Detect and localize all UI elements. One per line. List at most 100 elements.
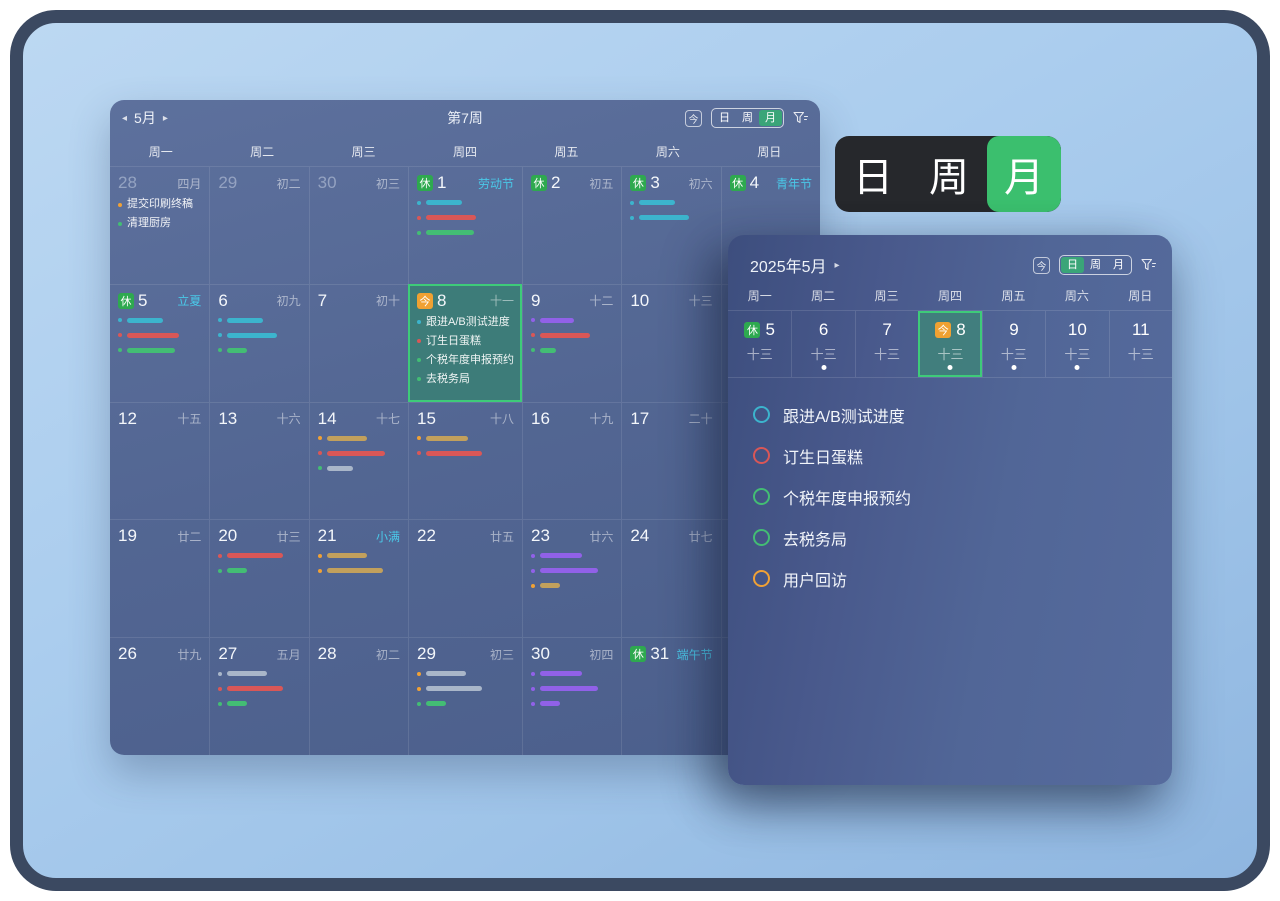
event-item[interactable]: 订生日蛋糕 — [417, 335, 514, 348]
month-day-cell[interactable]: 26廿九 — [110, 637, 209, 755]
month-day-cell[interactable]: 9十二 — [522, 284, 621, 402]
event-bar[interactable] — [417, 669, 514, 678]
month-day-cell[interactable]: 14十七 — [309, 402, 408, 520]
event-bar[interactable] — [531, 566, 613, 575]
event-bar[interactable] — [218, 566, 300, 575]
month-day-cell[interactable]: 20廿三 — [209, 519, 308, 637]
task-item[interactable]: 订生日蛋糕 — [753, 435, 1154, 476]
week-jump-to-today-button[interactable]: 今 — [1033, 257, 1050, 274]
event-bar[interactable] — [218, 551, 300, 560]
event-bar[interactable] — [318, 551, 400, 560]
task-checkbox[interactable] — [753, 447, 770, 464]
event-bar[interactable] — [218, 346, 300, 355]
task-checkbox[interactable] — [753, 529, 770, 546]
week-view-tab-month[interactable]: 月 — [1107, 257, 1130, 273]
event-bar[interactable] — [630, 198, 712, 207]
task-item[interactable]: 跟进A/B测试进度 — [753, 394, 1154, 435]
month-day-cell[interactable]: 29初三 — [408, 637, 522, 755]
event-bar[interactable] — [417, 434, 514, 443]
week-panel-title[interactable]: 2025年5月 ▸ — [750, 253, 840, 277]
month-day-cell[interactable]: 13十六 — [209, 402, 308, 520]
event-bar[interactable] — [417, 213, 514, 222]
event-bar[interactable] — [318, 566, 400, 575]
event-bar[interactable] — [531, 331, 613, 340]
next-month-arrow-icon[interactable]: ▸ — [163, 113, 168, 124]
month-day-cell[interactable]: 22廿五 — [408, 519, 522, 637]
event-item[interactable]: 跟进A/B测试进度 — [417, 316, 514, 329]
task-checkbox[interactable] — [753, 406, 770, 423]
event-item[interactable]: 清理厨房 — [118, 217, 201, 230]
week-view-tab-day[interactable]: 日 — [1061, 257, 1084, 273]
month-day-cell[interactable]: 休2初五 — [522, 166, 621, 284]
event-bar[interactable] — [118, 331, 201, 340]
month-day-cell[interactable]: 21小满 — [309, 519, 408, 637]
month-day-cell[interactable]: 7初十 — [309, 284, 408, 402]
event-bar[interactable] — [417, 684, 514, 693]
month-day-cell[interactable]: 29初二 — [209, 166, 308, 284]
event-item[interactable]: 去税务局 — [417, 373, 514, 386]
month-day-cell[interactable]: 休3初六 — [621, 166, 720, 284]
event-bar[interactable] — [531, 581, 613, 590]
event-bar[interactable] — [218, 669, 300, 678]
task-checkbox[interactable] — [753, 570, 770, 587]
month-day-cell[interactable]: 休1劳动节 — [408, 166, 522, 284]
month-day-cell[interactable]: 30初四 — [522, 637, 621, 755]
month-day-cell[interactable]: 12十五 — [110, 402, 209, 520]
event-bar[interactable] — [417, 699, 514, 708]
callout-month-button[interactable]: 月 — [987, 136, 1061, 212]
callout-week-button[interactable]: 周 — [911, 136, 987, 212]
month-day-cell[interactable]: 10十三 — [621, 284, 720, 402]
event-bar[interactable] — [531, 669, 613, 678]
event-bar[interactable] — [118, 316, 201, 325]
week-day-cell[interactable]: 休5十三 — [728, 311, 791, 377]
view-tab-week[interactable]: 周 — [736, 110, 759, 126]
event-bar[interactable] — [218, 684, 300, 693]
month-day-cell[interactable]: 27五月 — [209, 637, 308, 755]
week-day-cell[interactable]: 6十三 — [791, 311, 854, 377]
view-tab-month[interactable]: 月 — [759, 110, 782, 126]
month-day-cell[interactable]: 28四月提交印刷终稿清理厨房 — [110, 166, 209, 284]
week-view-tab-week[interactable]: 周 — [1084, 257, 1107, 273]
task-checkbox[interactable] — [753, 488, 770, 505]
prev-month-arrow-icon[interactable]: ◂ — [122, 113, 127, 124]
event-bar[interactable] — [218, 699, 300, 708]
week-day-cell[interactable]: 今8十三 — [918, 311, 981, 377]
month-day-cell[interactable]: 19廿二 — [110, 519, 209, 637]
month-day-cell[interactable]: 休5立夏 — [110, 284, 209, 402]
event-bar[interactable] — [630, 213, 712, 222]
week-filter-icon[interactable] — [1141, 258, 1156, 272]
event-bar[interactable] — [417, 449, 514, 458]
event-item[interactable]: 提交印刷终稿 — [118, 198, 201, 211]
week-day-cell[interactable]: 7十三 — [855, 311, 918, 377]
jump-to-today-button[interactable]: 今 — [685, 110, 702, 127]
month-day-cell[interactable]: 休31端午节 — [621, 637, 720, 755]
week-day-cell[interactable]: 10十三 — [1045, 311, 1108, 377]
event-bar[interactable] — [417, 228, 514, 237]
month-day-cell[interactable]: 6初九 — [209, 284, 308, 402]
month-day-cell[interactable]: 28初二 — [309, 637, 408, 755]
task-item[interactable]: 去税务局 — [753, 517, 1154, 558]
event-bar[interactable] — [118, 346, 201, 355]
month-day-cell[interactable]: 15十八 — [408, 402, 522, 520]
event-item[interactable]: 个税年度申报预约 — [417, 354, 514, 367]
month-day-cell[interactable]: 16十九 — [522, 402, 621, 520]
month-day-cell[interactable]: 今8十一跟进A/B测试进度订生日蛋糕个税年度申报预约去税务局 — [408, 284, 522, 402]
event-bar[interactable] — [318, 434, 400, 443]
event-bar[interactable] — [218, 331, 300, 340]
filter-icon[interactable] — [793, 111, 808, 125]
event-bar[interactable] — [318, 449, 400, 458]
week-day-cell[interactable]: 9十三 — [982, 311, 1045, 377]
event-bar[interactable] — [531, 316, 613, 325]
event-bar[interactable] — [417, 198, 514, 207]
event-bar[interactable] — [531, 346, 613, 355]
task-item[interactable]: 用户回访 — [753, 558, 1154, 599]
month-day-cell[interactable]: 23廿六 — [522, 519, 621, 637]
event-bar[interactable] — [531, 551, 613, 560]
week-day-cell[interactable]: 11十三 — [1109, 311, 1172, 377]
month-day-cell[interactable]: 17二十 — [621, 402, 720, 520]
event-bar[interactable] — [531, 699, 613, 708]
event-bar[interactable] — [318, 464, 400, 473]
event-bar[interactable] — [218, 316, 300, 325]
event-bar[interactable] — [531, 684, 613, 693]
month-day-cell[interactable]: 30初三 — [309, 166, 408, 284]
